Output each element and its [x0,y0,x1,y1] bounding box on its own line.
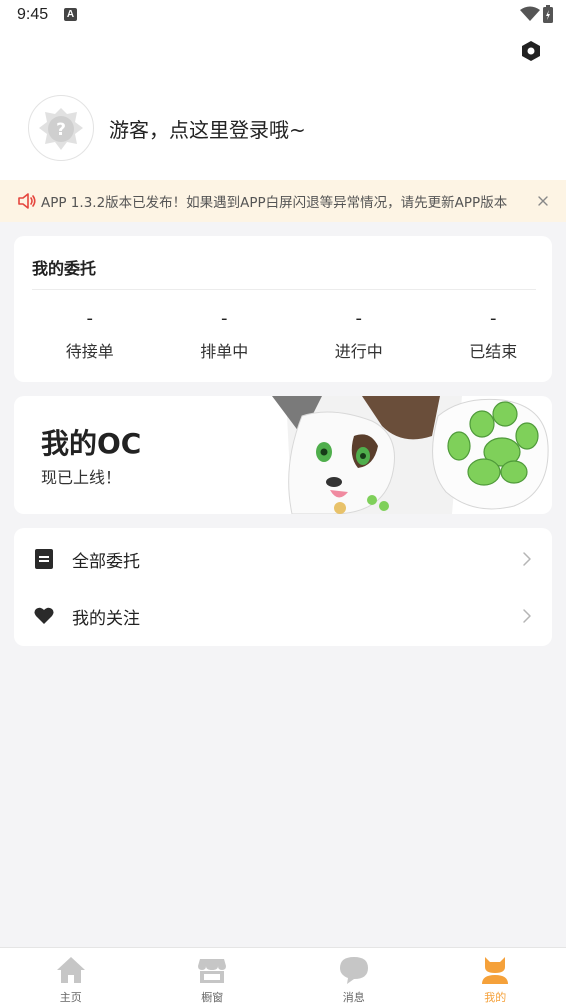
tab-storefront[interactable]: 橱窗 [142,948,284,1006]
chat-bubble-icon [339,957,368,984]
stat-value: - [86,308,94,329]
stat-label: 待接单 [65,342,114,361]
stat-queued[interactable]: - 排单中 [166,306,284,362]
chevron-right-icon [523,609,531,623]
login-prompt[interactable]: 游客，点这里登录哦~ [109,114,306,143]
menu-label: 全部委托 [72,551,140,572]
tab-label: 消息 [342,991,365,1004]
my-oc-banner[interactable]: 我的OC 现已上线！ [14,396,552,514]
tab-messages[interactable]: 消息 [283,948,425,1006]
avatar[interactable]: ? [28,95,94,161]
tab-label: 橱窗 [201,991,224,1004]
document-icon [35,549,53,569]
tab-mine[interactable]: 我的 [425,948,566,1006]
furry-character-illustration [272,396,549,514]
menu-label: 我的关注 [72,608,140,629]
battery-icon [543,5,553,23]
menu-list: 全部委托 我的关注 [14,528,552,646]
stat-label: 进行中 [334,342,383,361]
my-commissions-card: 我的委托 - 待接单 - 排单中 - 进行中 - 已结束 [14,236,552,382]
stat-pending[interactable]: - 待接单 [31,306,149,362]
stat-label: 已结束 [469,342,518,361]
home-icon [56,957,85,983]
speaker-icon [18,193,36,209]
tab-label: 主页 [59,991,82,1004]
storefront-icon [198,959,227,983]
profile-header: 9:45 A ? 游客，点这里登录哦~ [0,0,566,180]
menu-item-all-commissions[interactable]: 全部委托 [14,531,552,587]
menu-item-my-follows[interactable]: 我的关注 [14,588,552,644]
stat-value: - [221,308,228,329]
heart-icon [34,607,54,624]
close-icon[interactable] [536,194,550,208]
commission-stats: - 待接单 - 排单中 - 进行中 - 已结束 [14,306,552,362]
status-bar: 9:45 A [0,0,566,30]
wifi-icon [520,6,540,21]
bottom-tab-bar: 主页 橱窗 消息 我的 [0,947,566,1006]
announcement-text: APP 1.3.2版本已发布！如果遇到APP白屏闪退等异常情况，请先更新APP版… [41,195,508,211]
stat-finished[interactable]: - 已结束 [435,306,553,362]
stat-in-progress[interactable]: - 进行中 [300,306,418,362]
notification-a-icon: A [64,8,77,21]
divider [32,289,536,290]
login-row[interactable]: ? 游客，点这里登录哦~ [28,95,306,161]
stat-value: - [490,308,497,329]
announcement-bar[interactable]: APP 1.3.2版本已发布！如果遇到APP白屏闪退等异常情况，请先更新APP版… [0,180,566,222]
oc-subtitle: 现已上线！ [41,468,122,487]
stat-value: - [355,308,363,329]
settings-hex-icon[interactable] [520,40,542,62]
tab-label: 我的 [484,991,507,1004]
status-time: 9:45 [17,6,49,23]
tab-home[interactable]: 主页 [0,948,142,1006]
oc-title: 我的OC [41,427,142,460]
card-title: 我的委托 [32,259,97,278]
question-avatar-icon: ? [39,108,83,150]
svg-text:?: ? [56,120,66,140]
chevron-right-icon [523,552,531,566]
user-icon [482,957,509,984]
stat-label: 排单中 [200,342,249,361]
